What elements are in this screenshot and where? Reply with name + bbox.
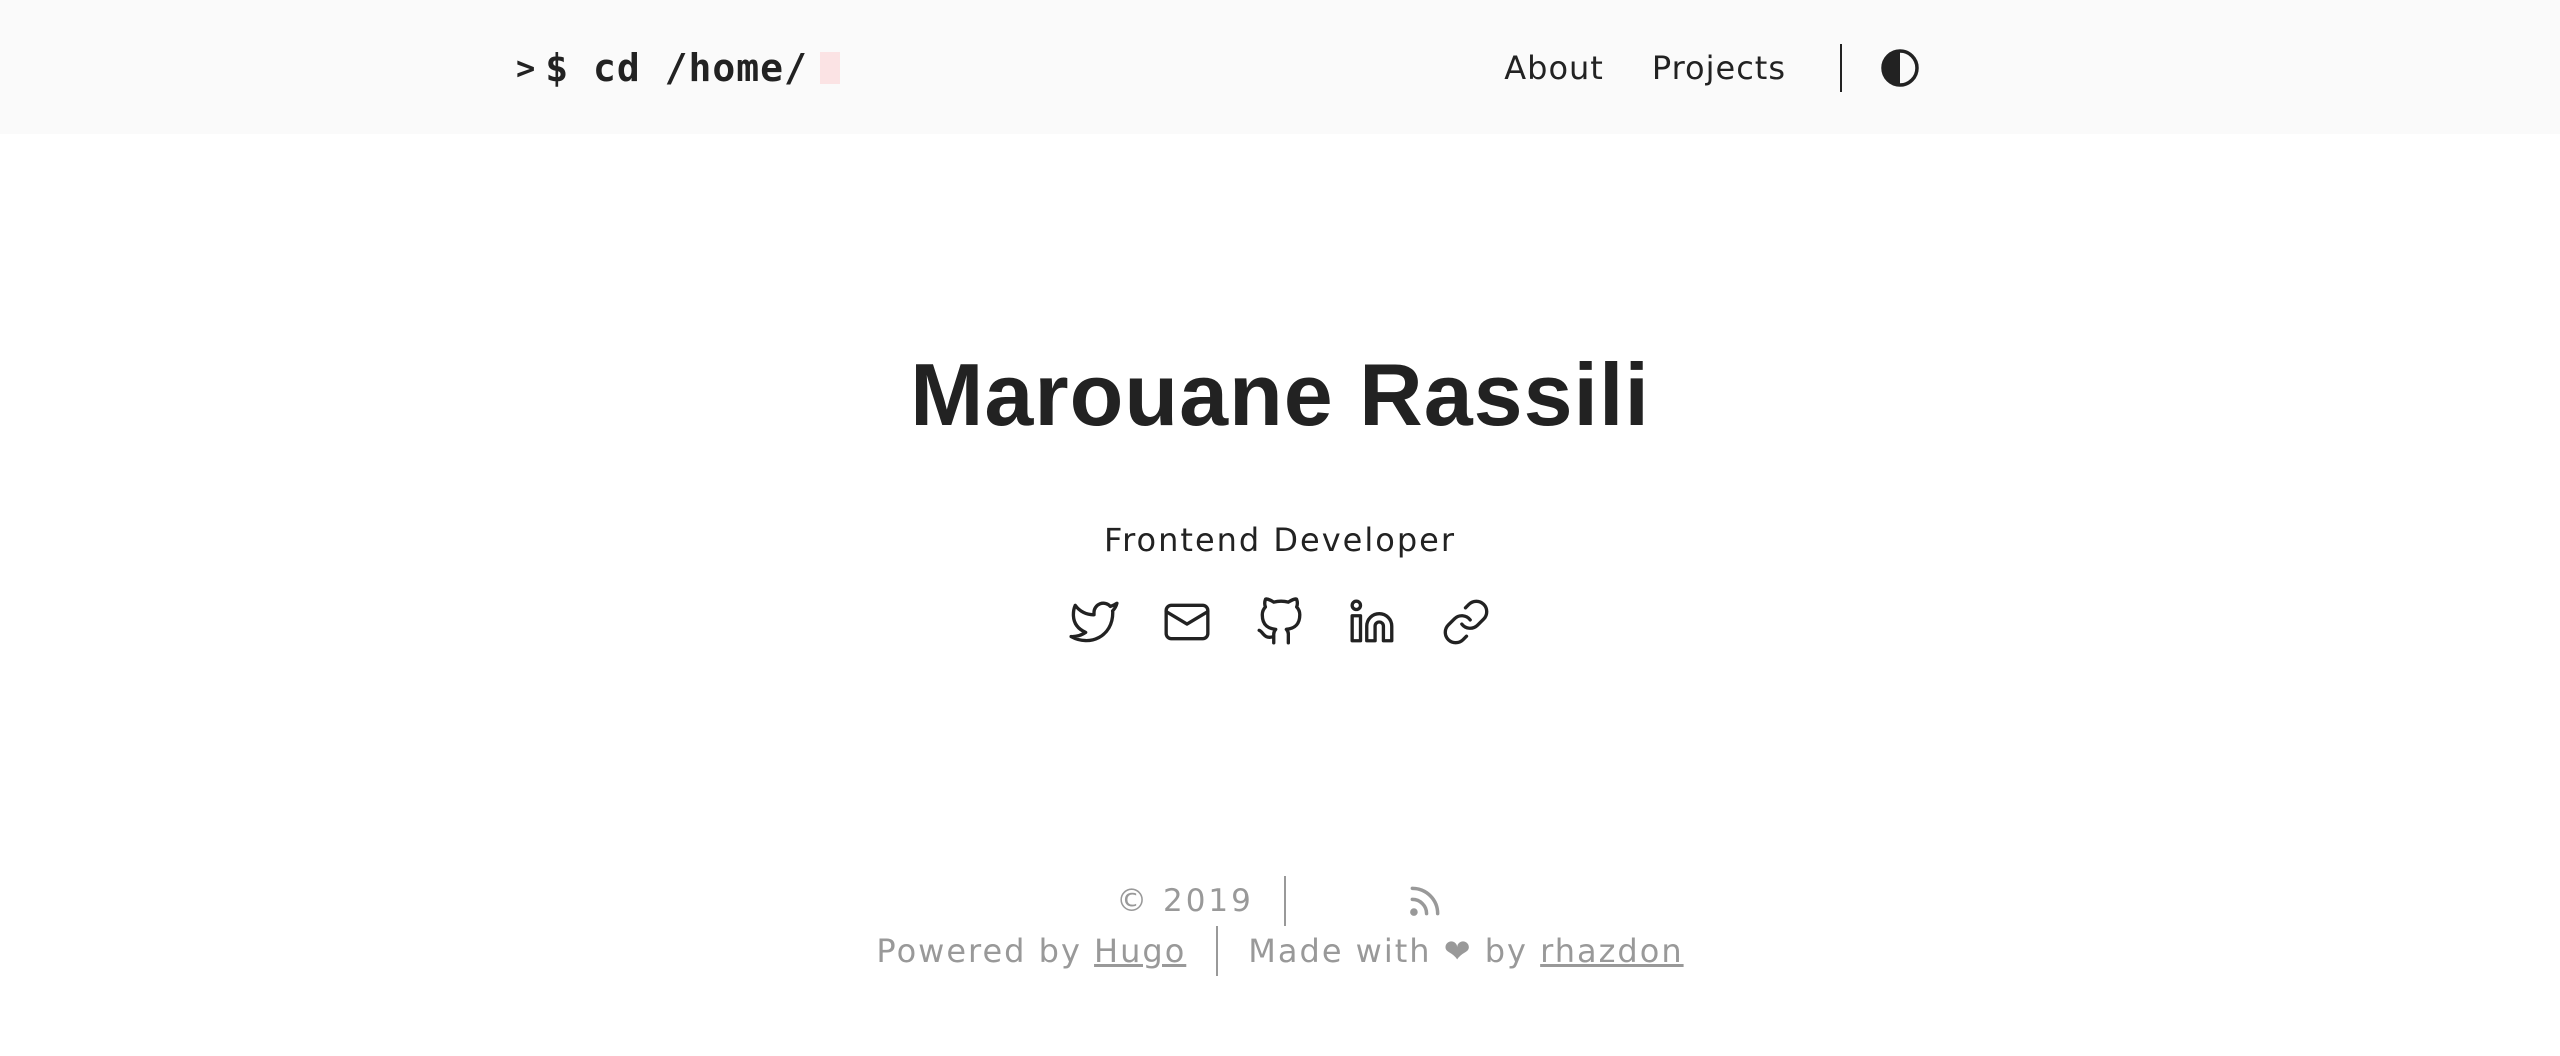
copyright-text: © 2019 xyxy=(1116,883,1254,919)
rss-icon xyxy=(1409,886,1440,916)
footer-credits-row: Powered by Hugo Made with ❤ by rhazdon xyxy=(0,926,2560,976)
logo-caret: > xyxy=(516,49,536,87)
link-icon xyxy=(1443,599,1489,645)
email-link[interactable] xyxy=(1161,596,1213,648)
contrast-icon xyxy=(1881,49,1919,87)
logo-link[interactable]: > $ cd /home/ xyxy=(516,42,840,94)
made-with-prefix: Made with ❤ by xyxy=(1248,932,1528,970)
github-icon xyxy=(1257,597,1302,645)
page-subtitle: Frontend Developer xyxy=(1104,521,1456,559)
nav-about-link[interactable]: About xyxy=(1504,49,1604,87)
github-link[interactable] xyxy=(1254,596,1306,648)
powered-by-prefix: Powered by xyxy=(876,932,1082,970)
linkedin-link[interactable] xyxy=(1347,596,1399,648)
logo-text: $ cd /home/ xyxy=(545,46,808,90)
logo-cursor xyxy=(819,52,840,84)
website-link[interactable] xyxy=(1440,596,1492,648)
twitter-link[interactable] xyxy=(1068,596,1120,648)
linkedin-icon xyxy=(1350,599,1394,643)
powered-by-text: Powered by Hugo xyxy=(876,932,1186,970)
rss-link[interactable] xyxy=(1406,882,1444,920)
twitter-icon xyxy=(1069,601,1119,643)
rhazdon-link[interactable]: rhazdon xyxy=(1540,932,1683,970)
theme-toggle-button[interactable] xyxy=(1880,48,1920,88)
footer-credits-divider xyxy=(1216,926,1219,976)
nav-projects-link[interactable]: Projects xyxy=(1652,49,1786,87)
hugo-link[interactable]: Hugo xyxy=(1094,932,1186,970)
mail-icon xyxy=(1164,603,1210,641)
footer-divider xyxy=(1283,876,1286,926)
site-header: > $ cd /home/ About Projects xyxy=(0,0,2560,134)
page-title: Marouane Rassili xyxy=(910,345,1650,444)
nav-divider xyxy=(1840,44,1842,92)
social-links xyxy=(1068,596,1492,648)
footer-copyright-row: © 2019 xyxy=(0,876,2560,926)
main-nav: About Projects xyxy=(1456,40,1920,96)
made-with-text: Made with ❤ by rhazdon xyxy=(1248,932,1683,970)
